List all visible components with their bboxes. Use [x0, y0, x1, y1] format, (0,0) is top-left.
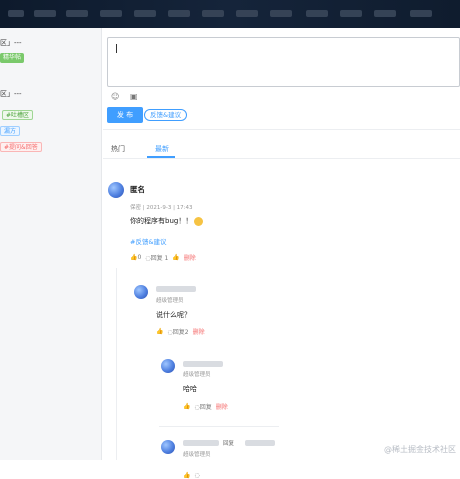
image-icon[interactable]: ▣ [130, 93, 139, 101]
reply-actions: 👍 ◌回复2 删除 [156, 327, 205, 336]
reply-author-blurred [183, 361, 223, 367]
reply-label: 回复 1 [150, 255, 169, 262]
avatar[interactable] [161, 440, 175, 454]
post-author: 匿名 [130, 185, 145, 194]
reply-label: 回复 [199, 404, 212, 411]
like-count: 0 [137, 254, 142, 261]
tab-latest[interactable]: 最新 [155, 144, 169, 154]
delete-button[interactable]: 删除 [193, 327, 205, 336]
tag-complaint[interactable]: #吐槽区 [2, 110, 34, 120]
section-title: 区」--- [0, 90, 22, 98]
reply-target-blurred [245, 440, 275, 446]
publish-button[interactable]: 发 布 [107, 107, 143, 123]
thread-line [116, 268, 117, 460]
nav-item-blurred[interactable] [410, 10, 432, 17]
reply-button[interactable]: ◌ [194, 472, 199, 479]
reply-button[interactable]: ◌回复2 [167, 327, 188, 336]
nav-item-blurred[interactable] [202, 10, 224, 17]
emoji-icon[interactable]: ☺ [111, 93, 120, 101]
avatar[interactable] [161, 359, 175, 373]
nav-item-blurred[interactable] [270, 10, 292, 17]
reply-role: 超级管理员 [156, 298, 184, 304]
reply-actions: 👍 ◌ [183, 472, 200, 479]
thumb-icon[interactable]: 👍 [172, 254, 179, 261]
like-button[interactable]: 👍0 [130, 254, 141, 261]
nav-item-blurred[interactable] [306, 10, 328, 17]
reply-author-blurred [183, 440, 219, 446]
like-button[interactable]: 👍 [183, 403, 190, 410]
reply-label: 回复2 [172, 329, 189, 336]
reply-role: 超级管理员 [183, 372, 211, 378]
delete-button[interactable]: 删除 [216, 402, 228, 411]
nav-item-blurred[interactable] [8, 10, 24, 17]
nav-item-blurred[interactable] [34, 10, 56, 17]
avatar[interactable] [108, 182, 124, 198]
main-content: ☺ ▣ 发 布 反馈&建议 热门 最新 匿名 保密 | 2021-9-3 | 1… [103, 28, 460, 479]
reply-to-label: 回复 [223, 441, 235, 447]
reply-text: 哈哈 [183, 385, 197, 393]
post-hashtag[interactable]: #反馈&建议 [130, 236, 167, 246]
nav-item-blurred[interactable] [134, 10, 156, 17]
nav-item-blurred[interactable] [236, 10, 258, 17]
tag-blue[interactable]: 漏方 [0, 126, 21, 136]
top-navigation-bar [0, 0, 460, 28]
active-tab-indicator [147, 156, 175, 158]
nav-item-blurred[interactable] [100, 10, 122, 17]
tabs-divider [103, 158, 460, 159]
nav-item-blurred[interactable] [168, 10, 190, 17]
emoji-icon [194, 216, 204, 226]
post-editor[interactable] [107, 37, 460, 87]
divider [103, 129, 460, 130]
left-sidebar: 区」--- 精华帖 区」--- #吐槽区 漏方 #提问&回答 [0, 28, 102, 460]
reply-actions: 👍 ◌回复 删除 [183, 402, 228, 411]
nav-item-blurred[interactable] [66, 10, 88, 17]
nav-item-blurred[interactable] [374, 10, 396, 17]
divider [159, 426, 279, 427]
nav-item-blurred[interactable] [340, 10, 362, 17]
feedback-tag-button[interactable]: 反馈&建议 [144, 109, 188, 121]
reply-button[interactable]: ◌回复 [194, 402, 211, 411]
tag-essence[interactable]: 精华帖 [0, 53, 25, 63]
reply-button[interactable]: ◌回复 1 [145, 253, 168, 262]
avatar[interactable] [134, 285, 148, 299]
post-meta: 保密 | 2021-9-3 | 17:43 [130, 205, 193, 211]
post-text: 你的程序有bug！！ [130, 216, 204, 226]
like-button[interactable]: 👍 [183, 472, 190, 479]
tag-question-answer[interactable]: #提问&回答 [0, 142, 42, 152]
like-button[interactable]: 👍 [156, 328, 163, 335]
section-title: 区」--- [0, 39, 22, 47]
reply-text: 说什么呢？ [156, 311, 191, 319]
post-text-content: 你的程序有bug！！ [130, 217, 193, 225]
text-caret [116, 44, 117, 53]
tab-hot[interactable]: 热门 [111, 144, 125, 154]
reply-author-blurred [156, 286, 196, 292]
watermark: @稀土掘金技术社区 [384, 445, 456, 454]
post-actions: 👍0 ◌回复 1 👍 删除 [130, 253, 196, 262]
delete-button[interactable]: 删除 [184, 253, 196, 262]
reply-role: 超级管理员 [183, 452, 211, 458]
